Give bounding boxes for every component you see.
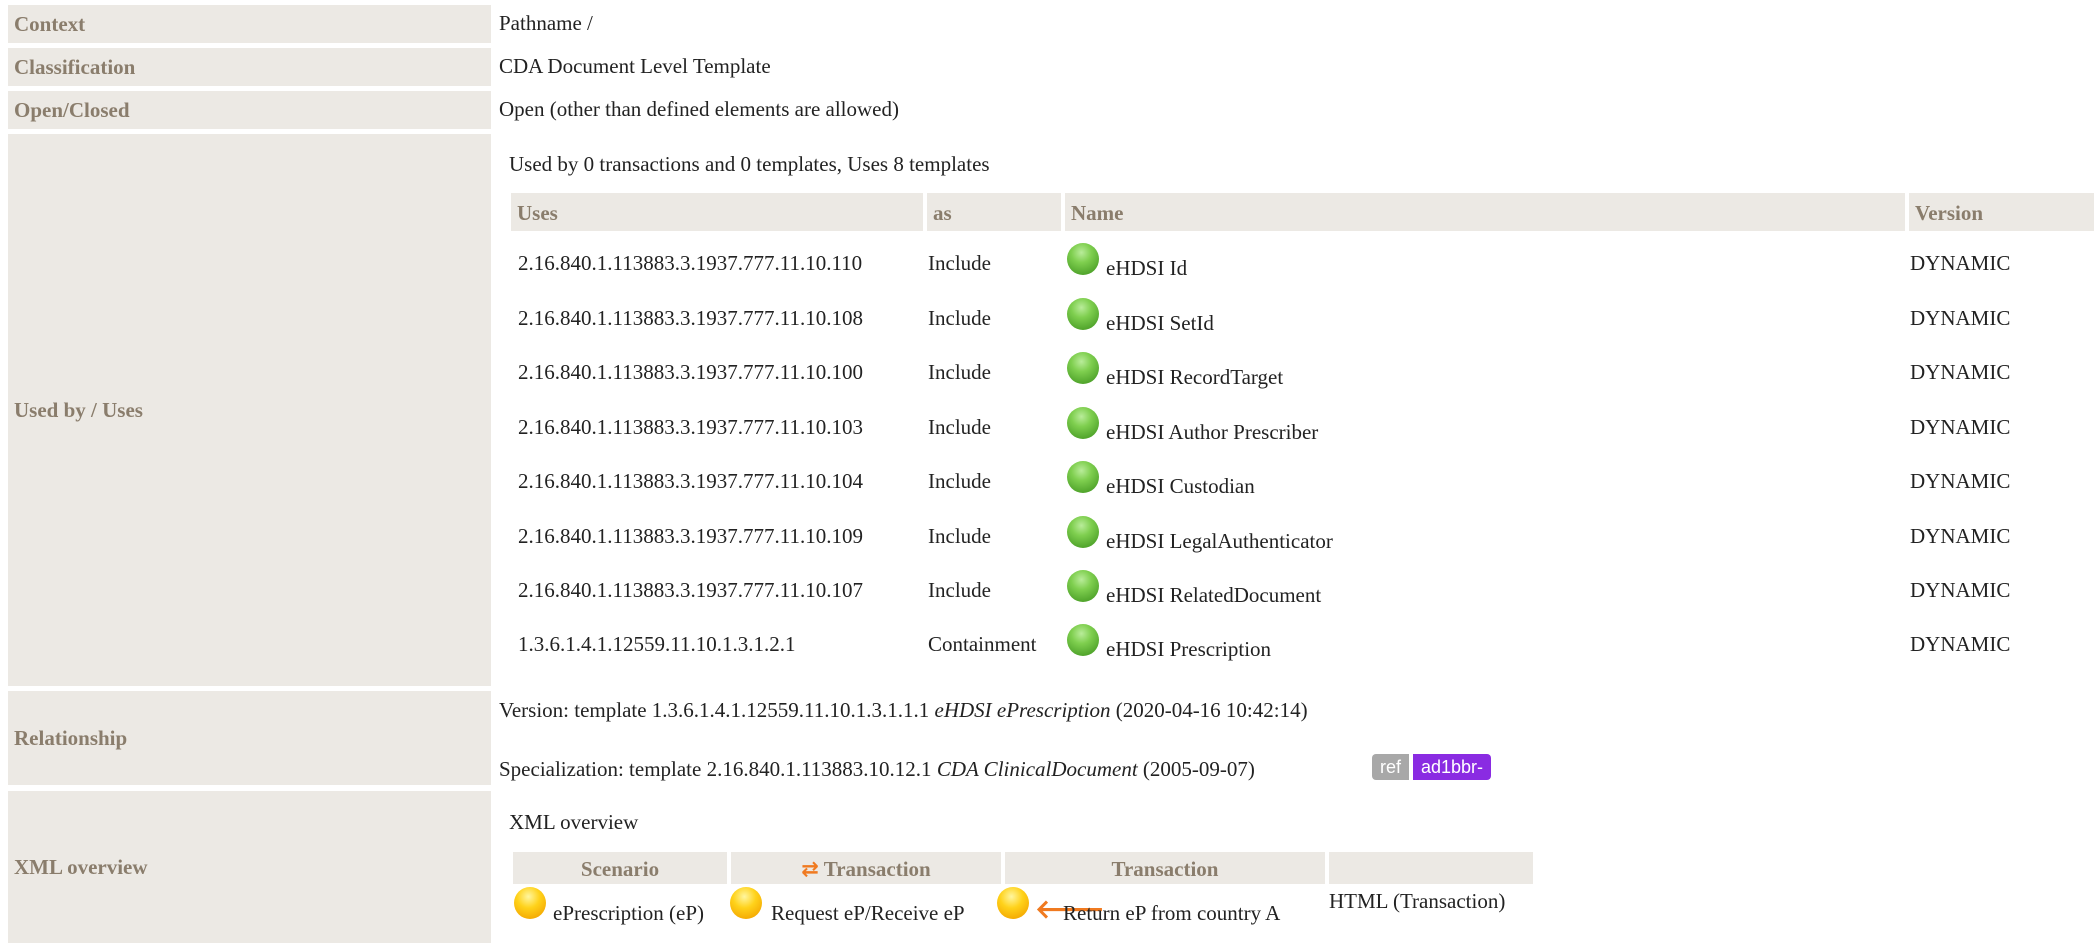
used-by-summary: Used by 0 transactions and 0 templates, … [509, 152, 990, 176]
uses-name[interactable]: eHDSI Author Prescriber [1106, 420, 1318, 445]
transaction-status-icon [730, 887, 762, 919]
relationship-spec-date: (2005-09-07) [1142, 757, 1255, 781]
uses-oid[interactable]: 2.16.840.1.113883.3.1937.777.11.10.100 [518, 360, 863, 385]
relationship-version-prefix: Version: template 1.3.6.1.4.1.12559.11.1… [499, 698, 930, 722]
prefix-badge: ad1bbr- [1413, 754, 1492, 780]
relationship-label: Relationship [8, 691, 491, 785]
transaction-column-header-2: Transaction [1005, 852, 1325, 884]
uses-name[interactable]: eHDSI Custodian [1106, 474, 1255, 499]
active-status-icon [1067, 570, 1099, 602]
relationship-spec-prefix: Specialization: template 2.16.840.1.1138… [499, 757, 932, 781]
uses-oid[interactable]: 2.16.840.1.113883.3.1937.777.11.10.107 [518, 578, 863, 603]
uses-as: Include [928, 415, 991, 439]
uses-column-header: Uses [511, 193, 923, 231]
active-status-icon [1067, 243, 1099, 275]
uses-as: Include [928, 360, 991, 384]
version-column-header: Version [1909, 193, 2094, 231]
uses-oid[interactable]: 2.16.840.1.113883.3.1937.777.11.10.109 [518, 524, 863, 549]
uses-version: DYNAMIC [1910, 415, 2011, 439]
uses-as: Include [928, 578, 991, 602]
as-column-header: as [927, 193, 1061, 231]
uses-name[interactable]: eHDSI RecordTarget [1106, 365, 1283, 390]
uses-version: DYNAMIC [1910, 251, 2011, 275]
context-value: Pathname / [499, 11, 593, 35]
ref-badge: ref [1372, 754, 1410, 780]
name-column-header: Name [1065, 193, 1905, 231]
uses-version: DYNAMIC [1910, 524, 2011, 548]
context-label: Context [8, 5, 491, 43]
active-status-icon [1067, 352, 1099, 384]
open-closed-value: Open (other than defined elements are al… [499, 97, 899, 121]
relationship-version-name[interactable]: eHDSI ePrescription [935, 698, 1111, 722]
open-closed-label: Open/Closed [8, 91, 491, 129]
uses-oid[interactable]: 2.16.840.1.113883.3.1937.777.11.10.103 [518, 415, 863, 440]
uses-name[interactable]: eHDSI LegalAuthenticator [1106, 529, 1333, 554]
html-transaction-link[interactable]: HTML (Transaction) [1329, 889, 1505, 914]
scenario-column-header: Scenario [513, 852, 727, 884]
empty-column-header [1329, 852, 1533, 884]
relationship-version-date: (2020-04-16 10:42:14) [1115, 698, 1308, 722]
template-detail-table: Context Pathname / Classification CDA Do… [8, 0, 2094, 943]
uses-as: Include [928, 469, 991, 493]
active-status-icon [1067, 624, 1099, 656]
active-status-icon [1067, 407, 1099, 439]
uses-as: Include [928, 251, 991, 275]
xml-overview-label: XML overview [8, 791, 491, 943]
uses-oid[interactable]: 2.16.840.1.113883.3.1937.777.11.10.110 [518, 251, 862, 276]
uses-name[interactable]: eHDSI Id [1106, 256, 1187, 281]
uses-version: DYNAMIC [1910, 632, 2011, 656]
uses-name[interactable]: eHDSI RelatedDocument [1106, 583, 1321, 608]
used-by-label: Used by / Uses [8, 134, 491, 686]
uses-name[interactable]: eHDSI Prescription [1106, 637, 1271, 662]
uses-version: DYNAMIC [1910, 360, 2011, 384]
exchange-arrows-icon: ⇄ [801, 857, 819, 881]
xml-overview-caption: XML overview [509, 810, 639, 834]
uses-oid[interactable]: 2.16.840.1.113883.3.1937.777.11.10.104 [518, 469, 863, 494]
classification-value: CDA Document Level Template [499, 54, 771, 78]
uses-as: Include [928, 524, 991, 548]
uses-oid[interactable]: 2.16.840.1.113883.3.1937.777.11.10.108 [518, 306, 863, 331]
scenario-status-icon [514, 887, 546, 919]
uses-version: DYNAMIC [1910, 578, 2011, 602]
active-status-icon [1067, 516, 1099, 548]
uses-name[interactable]: eHDSI SetId [1106, 311, 1214, 336]
active-status-icon [1067, 461, 1099, 493]
uses-version: DYNAMIC [1910, 306, 2011, 330]
uses-as: Containment [928, 632, 1037, 656]
transaction-name[interactable]: Request eP/Receive eP [771, 901, 965, 926]
uses-as: Include [928, 306, 991, 330]
uses-oid[interactable]: 1.3.6.1.4.1.12559.11.10.1.3.1.2.1 [518, 632, 795, 657]
relationship-spec-name[interactable]: CDA ClinicalDocument [937, 757, 1138, 781]
uses-version: DYNAMIC [1910, 469, 2011, 493]
relationship-version: Version: template 1.3.6.1.4.1.12559.11.1… [499, 698, 1308, 723]
scenario-name[interactable]: ePrescription (eP) [553, 901, 704, 926]
transaction-name[interactable]: Return eP from country A [1063, 901, 1280, 926]
active-status-icon [1067, 298, 1099, 330]
transaction-column-header-1: ⇄ Transaction [731, 852, 1001, 884]
relationship-specialization: Specialization: template 2.16.840.1.1138… [499, 757, 1255, 782]
transaction-status-icon [997, 887, 1029, 919]
classification-label: Classification [8, 48, 491, 86]
